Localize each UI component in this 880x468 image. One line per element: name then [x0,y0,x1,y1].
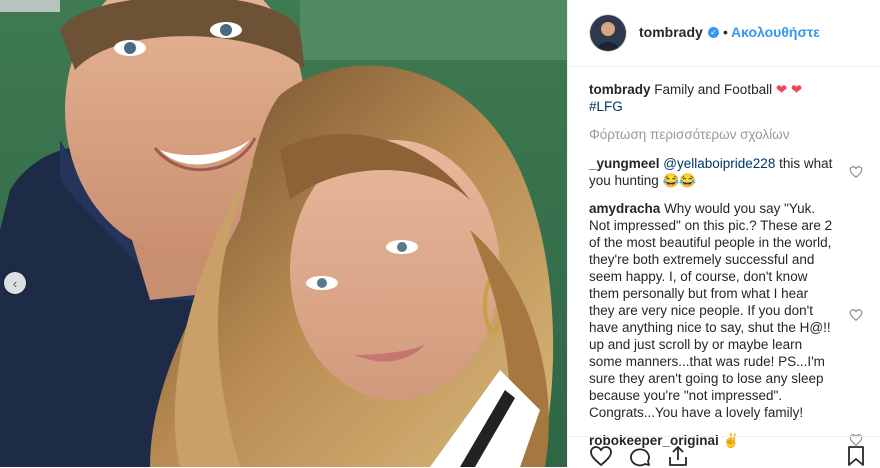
separator-dot: • [723,24,728,40]
follow-button[interactable]: Ακολουθήστε [731,24,820,40]
share-icon[interactable] [666,444,690,468]
post-side-panel: tombrady ✓ • Ακολουθήστε tombrady Family… [567,0,880,467]
previous-photo-button[interactable]: ‹ [4,272,26,294]
caption-emoji: ❤ ❤ [775,82,803,97]
comments-list: tombrady Family and Football ❤ ❤ #LFG Φό… [589,81,863,460]
comment-item: _yungmeel @yellaboipride228 this what yo… [589,155,863,189]
avatar-icon [590,15,626,51]
post-header: tombrady ✓ • Ακολουθήστε [568,0,880,67]
post-actions-bar [568,436,880,468]
bookmark-icon[interactable] [844,444,868,468]
verified-badge-icon: ✓ [708,27,719,38]
avatar[interactable] [589,14,627,52]
comment-mention[interactable]: @yellaboipride228 [663,156,775,171]
caption: tombrady Family and Football ❤ ❤ #LFG [589,81,861,115]
load-more-comments-button[interactable]: Φόρτωση περισσότερων σχολίων [589,126,861,143]
comment-item: amydracha Why would you say "Yuk. Not im… [589,200,863,421]
caption-hashtag[interactable]: #LFG [589,99,623,114]
caption-username[interactable]: tombrady [589,82,651,97]
comment-like-heart-icon[interactable] [849,308,863,322]
comment-text: Why would you say "Yuk. Not impressed" o… [589,201,833,420]
comment-username[interactable]: _yungmeel [589,156,660,171]
post-photo[interactable]: ‹ [0,0,567,467]
post-photo-illustration [0,0,567,467]
header-username[interactable]: tombrady [639,24,703,40]
comment-username[interactable]: amydracha [589,201,660,216]
comment-icon[interactable] [628,444,652,468]
comment-like-heart-icon[interactable] [849,165,863,179]
heart-icon[interactable] [589,444,613,468]
caption-text: Family and Football [654,82,773,97]
